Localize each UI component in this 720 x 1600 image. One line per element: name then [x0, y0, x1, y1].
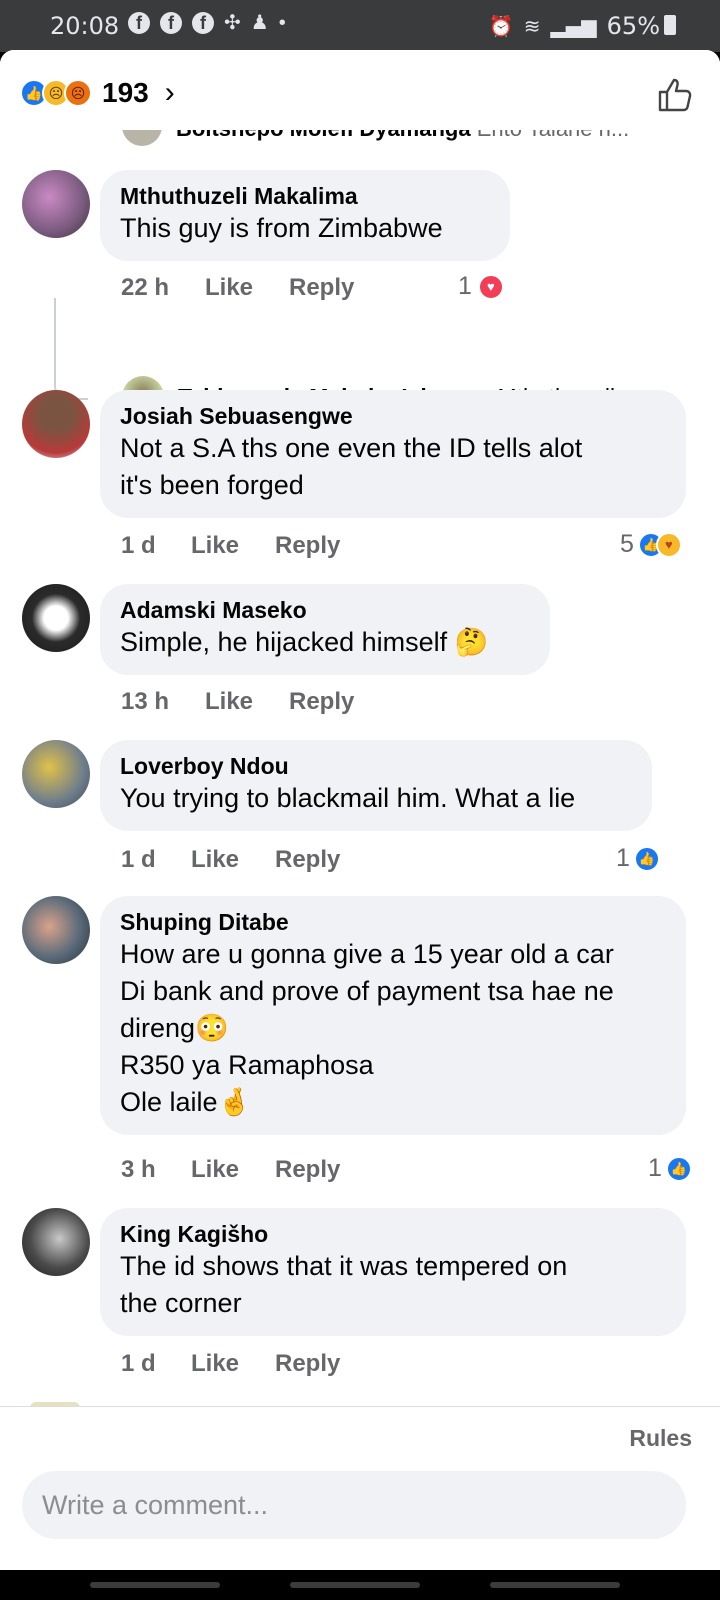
comment-reply-button[interactable]: Reply	[275, 846, 340, 874]
comment-reply-button[interactable]: Reply	[289, 274, 354, 302]
comment-author[interactable]: Mthuthuzeli Makalima	[120, 182, 490, 210]
comment-bubble[interactable]: Adamski Maseko Simple, he hijacked himse…	[100, 584, 550, 675]
notification-icons: f f f ✣ ♟ •	[128, 12, 286, 34]
reactions-header: 👍 ☹ ☹ 193 ›	[0, 50, 720, 130]
avatar[interactable]	[22, 1208, 90, 1276]
comment-actions: 13 h Like Reply	[121, 688, 354, 716]
comment-author[interactable]: King Kagišho	[120, 1220, 666, 1248]
comment-bubble[interactable]: Shuping Ditabe How are u gonna give a 15…	[100, 896, 686, 1135]
comment-reply-button[interactable]: Reply	[275, 1350, 340, 1378]
comment-author[interactable]: Shuping Ditabe	[120, 908, 666, 936]
reactions-summary[interactable]: 👍 ☹ ☹ 193 ›	[20, 76, 175, 110]
nav-home-button[interactable]	[290, 1582, 420, 1588]
reaction-count: 1	[616, 844, 630, 872]
angry-reaction-icon: ☹	[64, 79, 92, 107]
avatar[interactable]	[22, 740, 90, 808]
facebook-icon: f	[160, 12, 182, 34]
comment-like-button[interactable]: Like	[191, 846, 275, 874]
comment-text: Not a S.A ths one even the ID tells alot…	[120, 433, 583, 500]
care-reaction-icon: ♥	[655, 531, 682, 558]
comment-reply-button[interactable]: Reply	[275, 532, 340, 560]
thread-line	[54, 298, 88, 400]
alarm-icon: ⏰	[488, 14, 514, 38]
comment-text: You trying to blackmail him. What a lie	[120, 783, 576, 813]
bell-person-icon: ♟	[250, 12, 269, 34]
partial-comment: Boitshepo Molefi Dyamanga Ento Talane n.…	[120, 128, 629, 150]
comment-actions: 1 d Like Reply	[121, 1350, 340, 1378]
avatar[interactable]	[22, 896, 90, 964]
status-time: 20:08	[50, 12, 120, 40]
comment-composer[interactable]	[22, 1471, 686, 1539]
comments-sheet: 👍 ☹ ☹ 193 › Boitshepo Molefi Dyamanga En…	[0, 50, 720, 1570]
system-nav-bar	[0, 1570, 720, 1600]
comment-reaction-count[interactable]: 1 👍	[648, 1154, 692, 1183]
comment-time[interactable]: 3 h	[121, 1156, 191, 1184]
comment-bubble[interactable]: Mthuthuzeli Makalima This guy is from Zi…	[100, 170, 510, 261]
comment-time[interactable]: 1 d	[121, 846, 191, 874]
comment-composer-bar: Rules	[0, 1406, 720, 1570]
comment-like-button[interactable]: Like	[191, 1350, 275, 1378]
comment-bubble[interactable]: Loverboy Ndou You trying to blackmail hi…	[100, 740, 652, 831]
nav-recent-button[interactable]	[90, 1582, 220, 1588]
avatar[interactable]	[22, 170, 90, 238]
like-reaction-icon: 👍	[633, 845, 660, 872]
comment-text: Simple, he hijacked himself 🤔	[120, 627, 489, 657]
facebook-icon: f	[192, 12, 214, 34]
comment-like-button[interactable]: Like	[191, 1156, 275, 1184]
notification-dot: •	[278, 12, 286, 34]
comment-like-button[interactable]: Like	[205, 274, 289, 302]
wifi-icon: ≋	[523, 14, 541, 38]
comment-like-button[interactable]: Like	[205, 688, 289, 716]
comment-time[interactable]: 1 d	[121, 1350, 191, 1378]
comment-text: How are u gonna give a 15 year old a car…	[120, 939, 614, 1117]
signal-icon: ▂▄▆	[550, 14, 597, 38]
comment-actions: 3 h Like Reply	[121, 1156, 340, 1184]
battery-icon	[664, 15, 676, 35]
comment-time[interactable]: 13 h	[121, 688, 205, 716]
comment-text: The id shows that it was tempered on the…	[120, 1251, 568, 1318]
comment-time[interactable]: 1 d	[121, 532, 191, 560]
comment-reaction-count[interactable]: 5 👍 ♥	[620, 530, 682, 559]
comment-actions: 22 h Like Reply	[121, 274, 354, 302]
comment-author[interactable]: Josiah Sebuasengwe	[120, 402, 666, 430]
reaction-count: 1	[458, 272, 472, 300]
comment-author[interactable]: Loverboy Ndou	[120, 752, 632, 780]
battery-percent: 65%	[606, 12, 660, 40]
comment-actions: 1 d Like Reply	[121, 532, 340, 560]
facebook-icon: f	[128, 12, 150, 34]
chevron-right-icon: ›	[164, 76, 175, 109]
like-reaction-icon: 👍	[665, 1155, 692, 1182]
comment-bubble[interactable]: Josiah Sebuasengwe Not a S.A ths one eve…	[100, 390, 686, 518]
reaction-count: 1	[648, 1154, 662, 1182]
comment-reply-button[interactable]: Reply	[275, 1156, 340, 1184]
comment-time[interactable]: 22 h	[121, 274, 205, 302]
thumbs-up-icon	[658, 78, 692, 112]
pinwheel-icon: ✣	[224, 12, 241, 34]
avatar[interactable]	[22, 390, 90, 458]
comment-like-button[interactable]: Like	[191, 532, 275, 560]
comment-text: This guy is from Zimbabwe	[120, 213, 443, 243]
like-button[interactable]	[654, 74, 694, 114]
system-icons: ⏰ ≋ ▂▄▆ 65%	[489, 12, 660, 40]
status-bar: 20:08 f f f ✣ ♟ • ⏰ ≋ ▂▄▆ 65%	[0, 0, 720, 52]
comment-reply-button[interactable]: Reply	[289, 688, 354, 716]
reaction-count: 193	[102, 77, 149, 108]
nav-back-button[interactable]	[490, 1582, 620, 1588]
avatar[interactable]	[22, 584, 90, 652]
comment-author[interactable]: Adamski Maseko	[120, 596, 530, 624]
reaction-count: 5	[620, 530, 634, 558]
comment-reaction-count[interactable]: 1 ♥	[458, 272, 504, 301]
comment-reaction-count[interactable]: 1 👍	[616, 844, 660, 873]
rules-link[interactable]: Rules	[629, 1425, 692, 1452]
comment-input[interactable]	[22, 1471, 686, 1539]
comment-actions: 1 d Like Reply	[121, 846, 340, 874]
heart-reaction-icon: ♥	[477, 273, 504, 300]
comment-bubble[interactable]: King Kagišho The id shows that it was te…	[100, 1208, 686, 1336]
